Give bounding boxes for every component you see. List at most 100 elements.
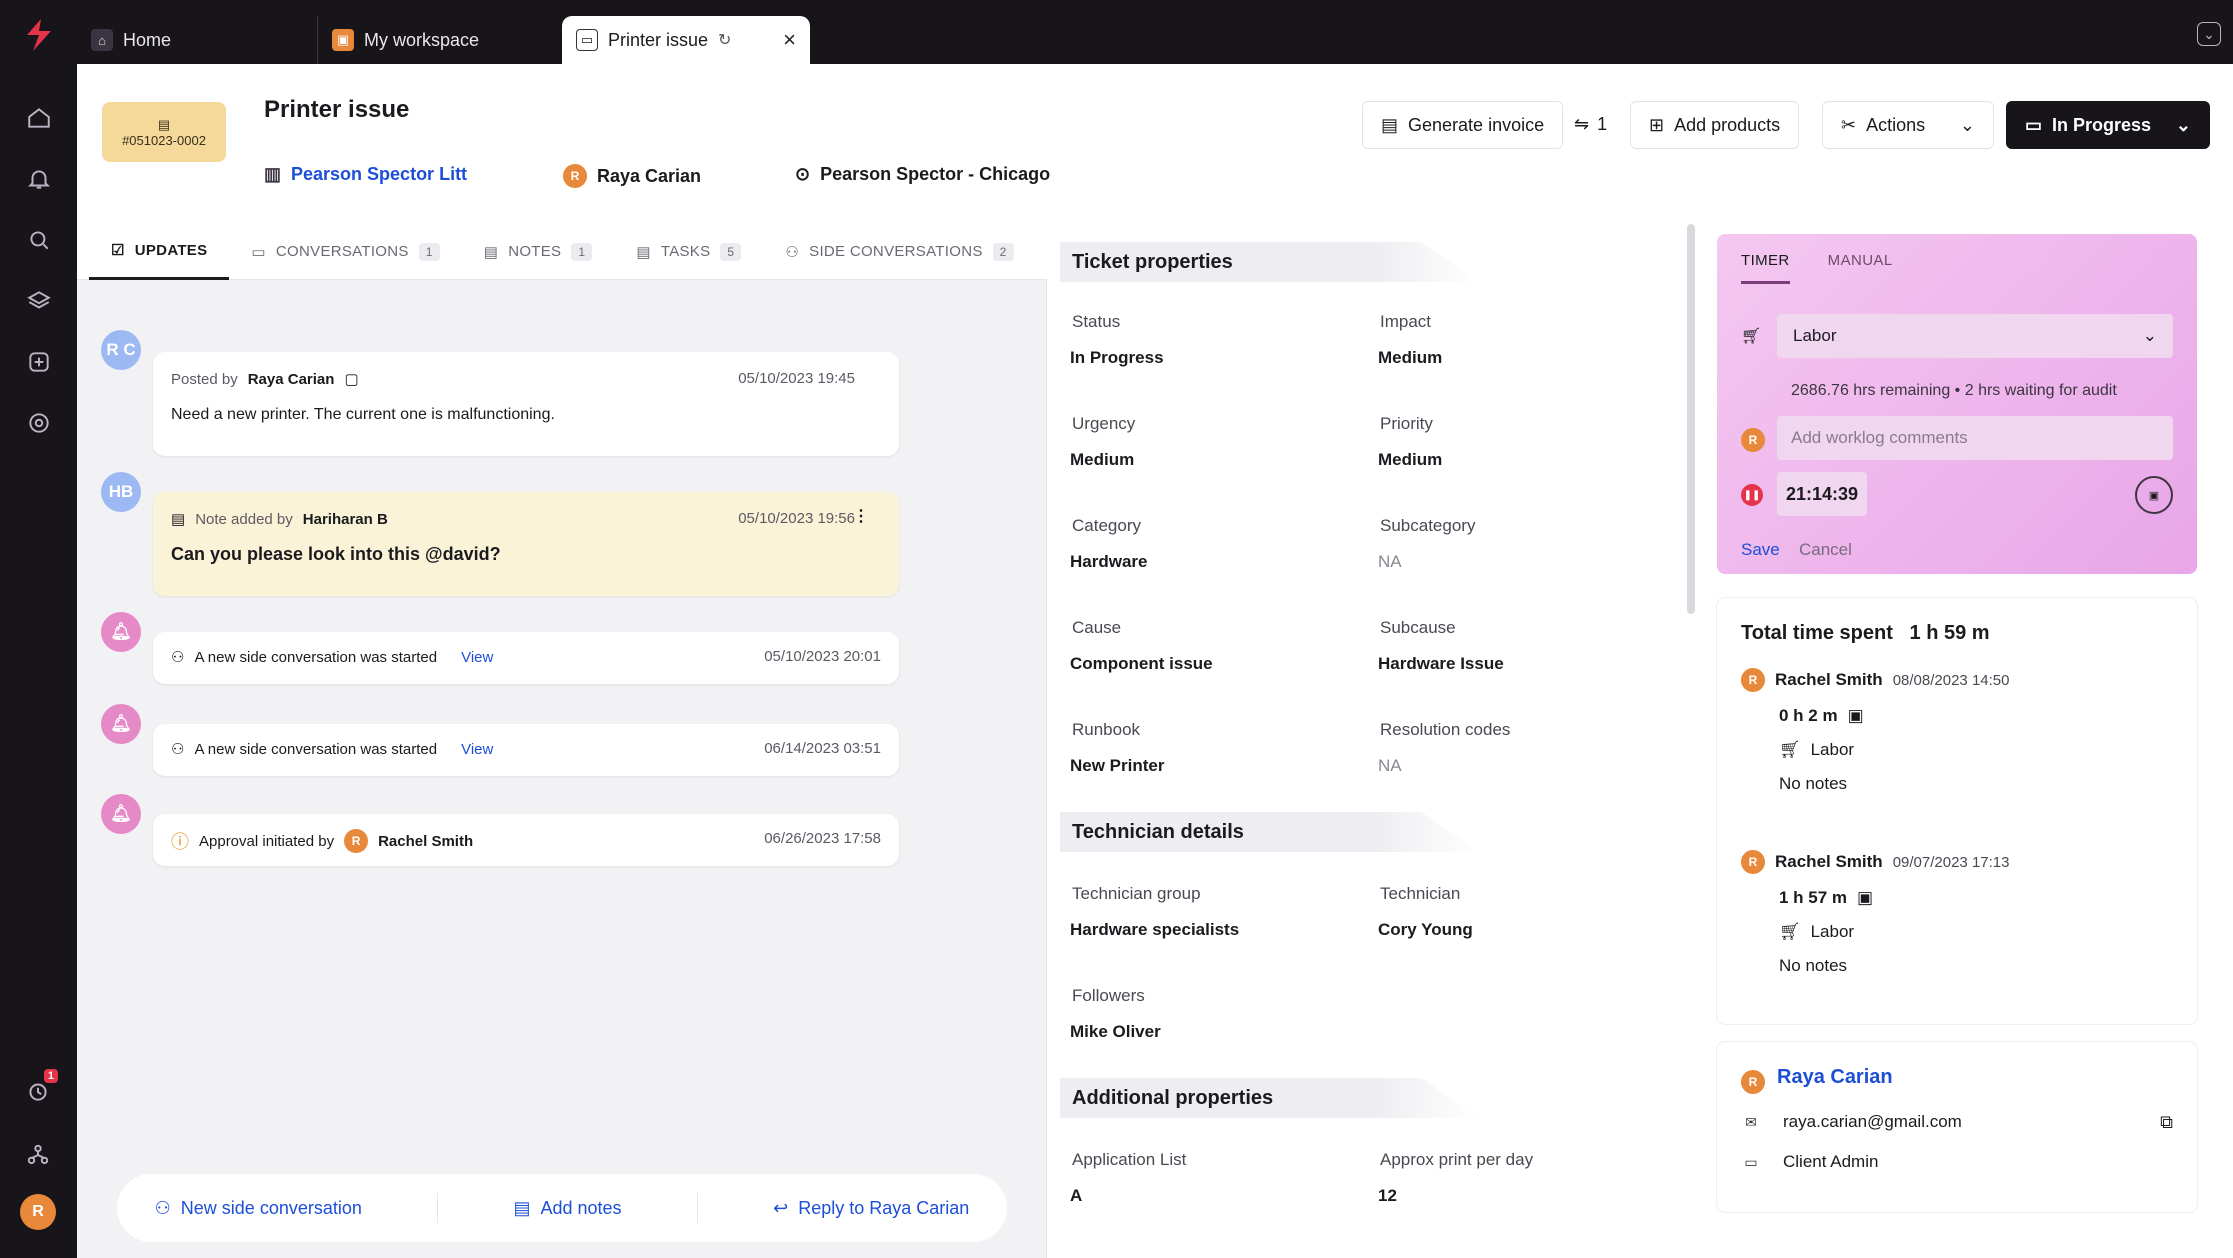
add-notes-label: Add notes xyxy=(540,1197,622,1218)
ticket-icon: ▭ xyxy=(576,29,598,51)
priority-value[interactable]: Medium xyxy=(1378,450,1442,470)
event-date: 06/26/2023 17:58 xyxy=(764,830,881,847)
requester-name: Raya Carian xyxy=(597,165,702,186)
more-icon[interactable]: ⋮ xyxy=(853,506,869,526)
add-icon[interactable] xyxy=(17,340,61,384)
close-icon[interactable]: × xyxy=(783,27,796,53)
add-notes-button[interactable]: ▤ Add notes xyxy=(513,1198,621,1219)
ticket-properties-panel: Ticket properties Status In Progress Imp… xyxy=(1060,224,1680,1258)
copy-icon[interactable]: ⧉ xyxy=(2160,1112,2173,1133)
status-label: In Progress xyxy=(2052,114,2152,135)
actions-dropdown[interactable]: ✂ Actions ⌄ xyxy=(1822,101,1994,149)
bell-icon[interactable] xyxy=(17,157,61,201)
tab-conversations[interactable]: ▭ CONVERSATIONS 1 xyxy=(229,224,461,280)
contact-role-row: ▭ Client Admin xyxy=(1741,1152,1878,1172)
bottom-action-bar: ⚇ New side conversation ▤ Add notes ↩ Re… xyxy=(117,1174,1007,1242)
runbook-value[interactable]: New Printer xyxy=(1070,756,1164,776)
entry-date: 08/08/2023 14:50 xyxy=(1892,671,2010,689)
divider xyxy=(437,1193,439,1223)
entry-duration: 1 h 57 m xyxy=(1779,888,1848,907)
impact-label: Impact xyxy=(1380,312,1432,331)
add-products-button[interactable]: ⊞ Add products xyxy=(1630,101,1800,149)
location-pin-icon: ⊙ xyxy=(795,164,811,184)
tab-updates[interactable]: ☑ UPDATES xyxy=(89,224,230,280)
reply-button[interactable]: ↩ Reply to Raya Carian xyxy=(773,1198,969,1219)
avatar: R C xyxy=(101,330,141,370)
category-label: Category xyxy=(1072,516,1141,535)
home-icon: ⌂ xyxy=(91,29,113,51)
tab-side-conversations[interactable]: ⚇ SIDE CONVERSATIONS 2 xyxy=(763,224,1035,280)
bell-icon: 🔔︎ xyxy=(101,612,141,652)
left-sidebar: 1 R xyxy=(0,0,77,1258)
time-entry[interactable]: R Rachel Smith 09/07/2023 17:13 1 h 57 m… xyxy=(1741,850,2173,976)
tab-printer-issue[interactable]: ▭ Printer issue ↻ × xyxy=(562,16,810,64)
technician-label: Technician xyxy=(1380,884,1461,903)
post-card: Posted by Raya Carian ▢ 05/10/2023 19:45… xyxy=(153,352,899,456)
search-icon[interactable] xyxy=(17,218,61,262)
resolution-value[interactable]: NA xyxy=(1378,756,1402,776)
tab-timer[interactable]: TIMER xyxy=(1741,252,1790,284)
total-time-label: Total time spent xyxy=(1741,622,1893,644)
approver-avatar: R xyxy=(344,829,369,853)
subcategory-value[interactable]: NA xyxy=(1378,552,1402,572)
add-products-label: Add products xyxy=(1674,114,1781,135)
resolution-label: Resolution codes xyxy=(1380,720,1511,739)
entry-duration: 0 h 2 m xyxy=(1779,706,1838,725)
timer-card: TIMER MANUAL 🛒︎ Labor ⌄ 2686.76 hrs rema… xyxy=(1717,234,2197,574)
worklog-comment-input[interactable]: Add worklog comments xyxy=(1777,416,2173,460)
time-entry[interactable]: R Rachel Smith 08/08/2023 14:50 0 h 2 m ▣… xyxy=(1741,668,2173,794)
app-window: 1 R ⌂ Home ▣ My workspace ▭ Printer issu… xyxy=(0,0,2233,1258)
approx-print-value[interactable]: 12 xyxy=(1378,1186,1397,1206)
tab-label: UPDATES xyxy=(134,241,208,259)
cancel-button[interactable]: Cancel xyxy=(1799,540,1852,560)
view-link[interactable]: View xyxy=(461,649,493,666)
contact-name[interactable]: Raya Carian xyxy=(1777,1066,1893,1089)
entry-date: 09/07/2023 17:13 xyxy=(1892,853,2010,871)
note-body: Can you please look into this @david? xyxy=(171,544,501,564)
properties-scrollbar[interactable] xyxy=(1687,224,1695,614)
timer-icon[interactable]: 1 xyxy=(16,1069,60,1113)
impact-value[interactable]: Medium xyxy=(1378,348,1442,368)
tab-home[interactable]: ⌂ Home xyxy=(77,16,317,64)
new-side-conversation-button[interactable]: ⚇ New side conversation xyxy=(155,1198,362,1219)
settings-icon[interactable] xyxy=(17,401,61,445)
technician-group-value[interactable]: Hardware specialists xyxy=(1070,920,1239,940)
view-link[interactable]: View xyxy=(461,741,493,758)
save-button[interactable]: Save xyxy=(1741,540,1780,560)
tab-notes[interactable]: ▤ NOTES 1 xyxy=(462,224,615,280)
tab-manual[interactable]: MANUAL xyxy=(1828,252,1893,284)
home-icon[interactable] xyxy=(17,96,61,140)
linked-count[interactable]: ⇋ 1 xyxy=(1574,114,1607,135)
urgency-value[interactable]: Medium xyxy=(1070,450,1134,470)
followers-value[interactable]: Mike Oliver xyxy=(1070,1022,1161,1042)
event-date: 05/10/2023 20:01 xyxy=(764,648,881,665)
company-link[interactable]: ▥ Pearson Spector Litt xyxy=(264,164,467,185)
chevron-down-icon[interactable]: ⌄ xyxy=(2197,22,2221,46)
status-value[interactable]: In Progress xyxy=(1070,348,1164,368)
refresh-icon[interactable]: ↻ xyxy=(718,30,731,50)
location-name: Pearson Spector - Chicago xyxy=(820,164,1051,184)
worktype-select[interactable]: Labor ⌄ xyxy=(1777,314,2173,358)
requester[interactable]: R Raya Carian xyxy=(563,164,701,188)
pause-icon[interactable]: ❚❚ xyxy=(1741,484,1763,506)
tab-tasks[interactable]: ▤ TASKS 5 xyxy=(614,224,763,280)
cause-value[interactable]: Component issue xyxy=(1070,654,1213,674)
timer-toggle-icon[interactable]: ▣ xyxy=(2135,476,2173,514)
status-dropdown[interactable]: ▭ In Progress ⌄ xyxy=(2006,101,2210,149)
contact-avatar: R xyxy=(1741,1070,1765,1094)
event-text: A new side conversation was started xyxy=(194,648,438,666)
tab-my-workspace[interactable]: ▣ My workspace xyxy=(317,16,562,64)
note-icon: ▤ xyxy=(171,511,186,528)
application-list-value[interactable]: A xyxy=(1070,1186,1082,1206)
category-value[interactable]: Hardware xyxy=(1070,552,1147,572)
generate-invoice-button[interactable]: ▤ Generate invoice xyxy=(1362,101,1564,149)
tab-count: 5 xyxy=(720,242,742,261)
app-logo[interactable] xyxy=(16,12,62,58)
technician-value[interactable]: Cory Young xyxy=(1378,920,1473,940)
subcause-value[interactable]: Hardware Issue xyxy=(1378,654,1504,674)
note-icon: ▤ xyxy=(513,1197,531,1218)
contact-email[interactable]: raya.carian@gmail.com xyxy=(1783,1112,1962,1132)
network-icon[interactable] xyxy=(16,1133,60,1177)
user-avatar[interactable]: R xyxy=(20,1194,56,1230)
layers-icon[interactable] xyxy=(17,279,61,323)
